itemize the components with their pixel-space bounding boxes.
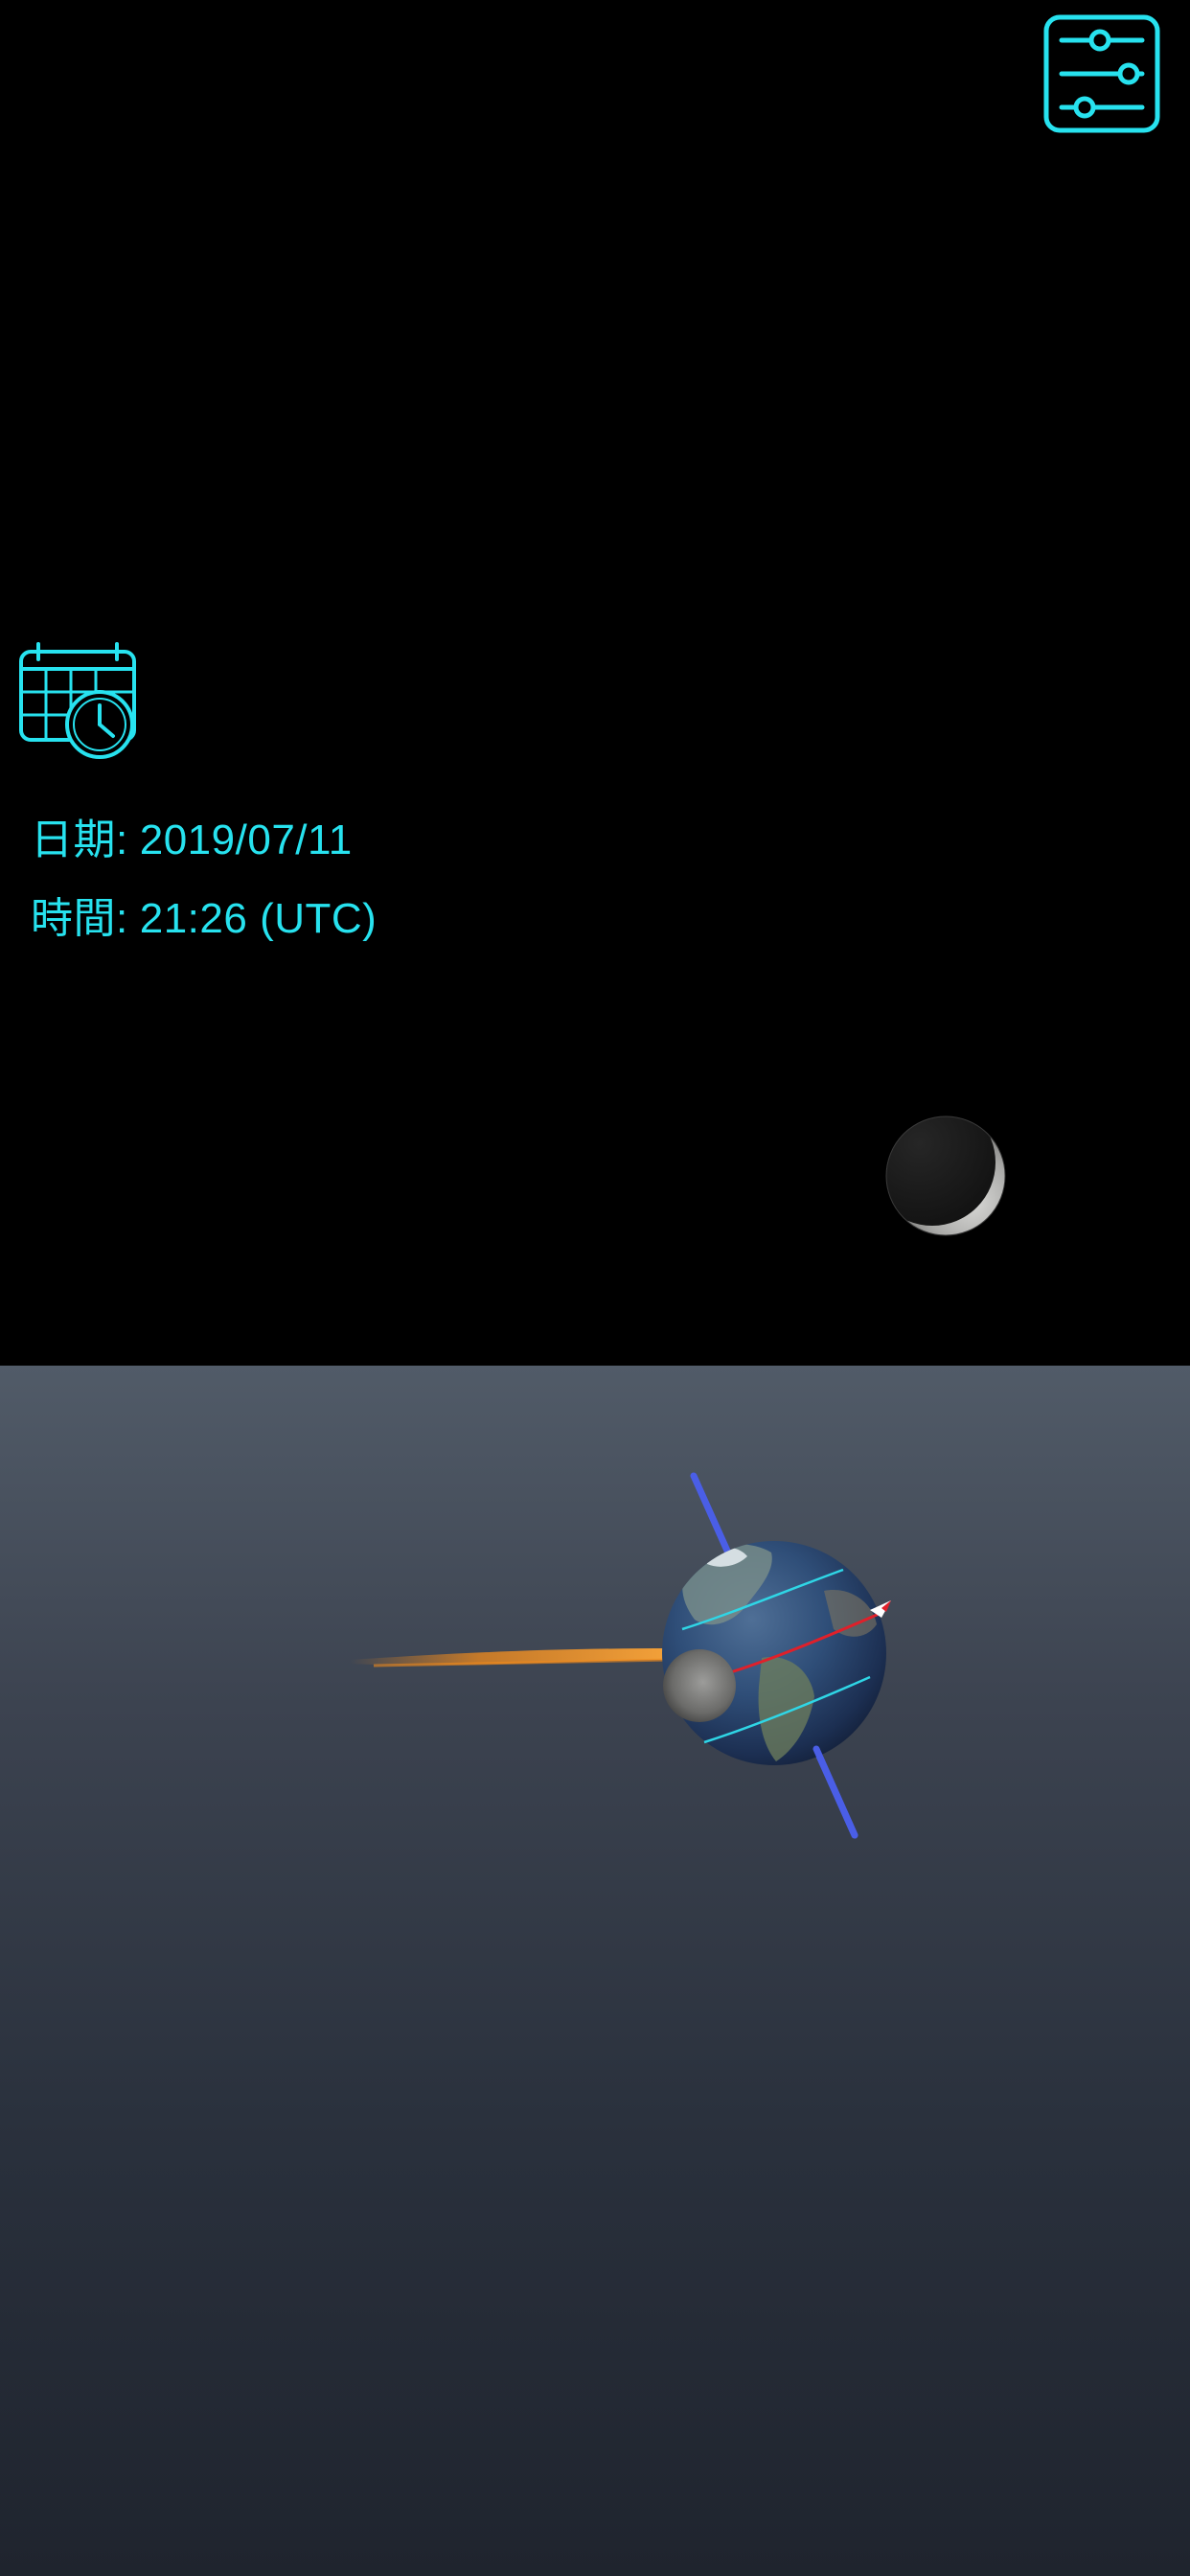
time-value: 21:26 (UTC) xyxy=(139,895,378,942)
sliders-settings-icon xyxy=(1043,14,1160,133)
app-screen: 日期: 2019/07/11 時間: 21:26 (UTC) xyxy=(0,0,1190,2576)
moon-model xyxy=(663,1649,736,1722)
moon-phase-view: 日期: 2019/07/11 時間: 21:26 (UTC) xyxy=(0,0,1190,1366)
date-readout: 日期: 2019/07/11 xyxy=(31,805,353,866)
time-label: 時間: xyxy=(31,895,128,942)
earth-moon-scene xyxy=(350,1472,891,1839)
date-label: 日期: xyxy=(31,816,128,863)
moon-phase-image xyxy=(885,1116,1006,1236)
date-time-picker-button[interactable] xyxy=(17,642,140,763)
date-value: 2019/07/11 xyxy=(139,816,353,863)
calendar-clock-icon xyxy=(19,642,136,759)
time-readout: 時間: 21:26 (UTC) xyxy=(31,884,377,945)
earth-axis-south xyxy=(812,1745,858,1839)
settings-button[interactable] xyxy=(1042,13,1161,134)
sun-ray xyxy=(350,1648,672,1668)
